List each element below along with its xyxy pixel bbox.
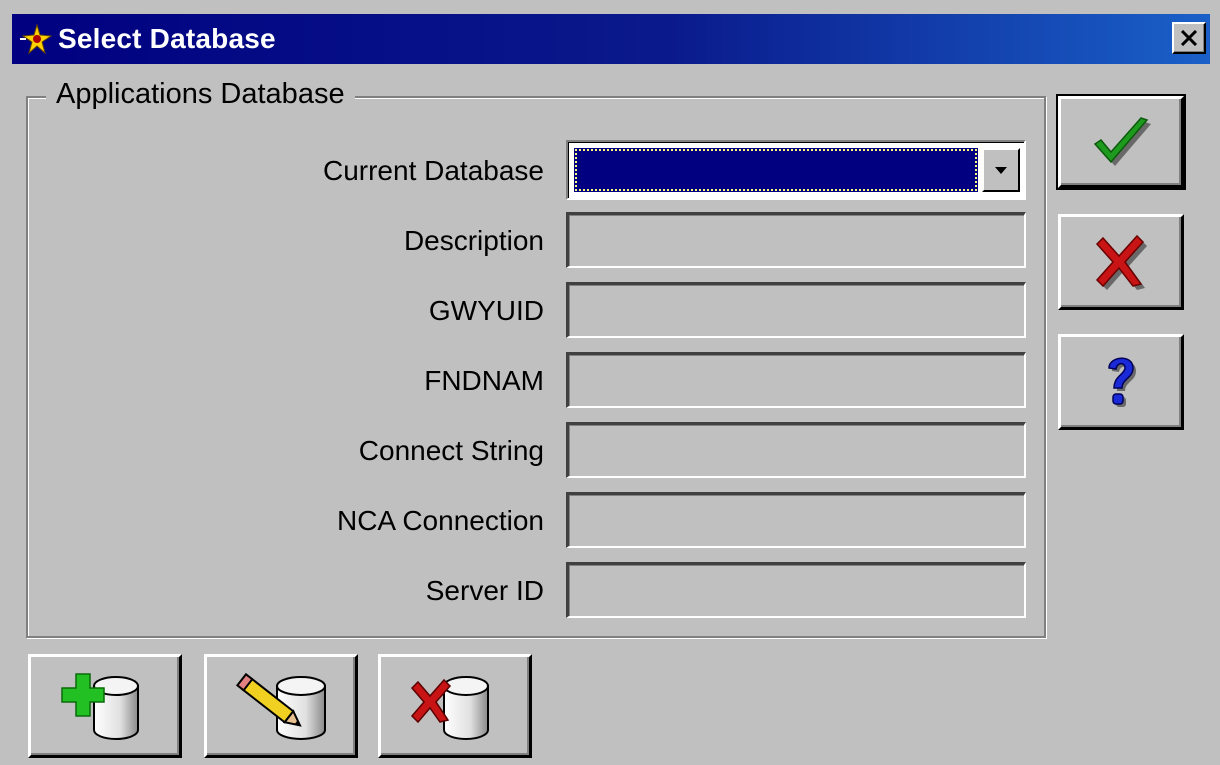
title-bar: Select Database [12, 14, 1210, 64]
nca-connection-field[interactable] [566, 492, 1026, 548]
red-x-icon [1095, 234, 1147, 290]
edit-database-button[interactable] [204, 654, 358, 758]
gwyuid-field[interactable] [566, 282, 1026, 338]
delete-database-button[interactable] [378, 654, 532, 758]
add-database-button[interactable] [28, 654, 182, 758]
gwyuid-label: GWYUID [428, 295, 544, 326]
group-legend: Applications Database [46, 78, 355, 111]
server-id-label: Server ID [425, 575, 544, 606]
close-x-icon [1180, 30, 1198, 46]
server-id-field[interactable] [566, 562, 1026, 618]
help-button[interactable] [1058, 334, 1184, 430]
fndnam-field[interactable] [566, 352, 1026, 408]
fndnam-label: FNDNAM [424, 365, 544, 396]
nca-connection-label: NCA Connection [336, 505, 544, 536]
cancel-button[interactable] [1058, 214, 1184, 310]
current-database-combo[interactable] [566, 140, 1026, 200]
description-label: Description [403, 225, 544, 256]
dropdown-arrow-icon [995, 167, 1007, 174]
connect-string-label: Connect String [358, 435, 544, 466]
blue-question-icon [1108, 357, 1136, 407]
current-database-label: Current Database [322, 155, 544, 186]
app-sparkle-icon [20, 23, 53, 55]
ok-button[interactable] [1056, 94, 1186, 190]
green-check-icon [1093, 117, 1151, 166]
description-field[interactable] [566, 212, 1026, 268]
database-add-icon [61, 673, 139, 740]
window-title: Select Database [58, 23, 276, 54]
connect-string-field[interactable] [566, 422, 1026, 478]
dropdown-button[interactable] [982, 148, 1020, 192]
database-edit-icon [235, 672, 326, 740]
database-delete-icon [410, 676, 489, 740]
close-button[interactable] [1172, 22, 1206, 54]
current-database-value[interactable] [574, 148, 978, 192]
